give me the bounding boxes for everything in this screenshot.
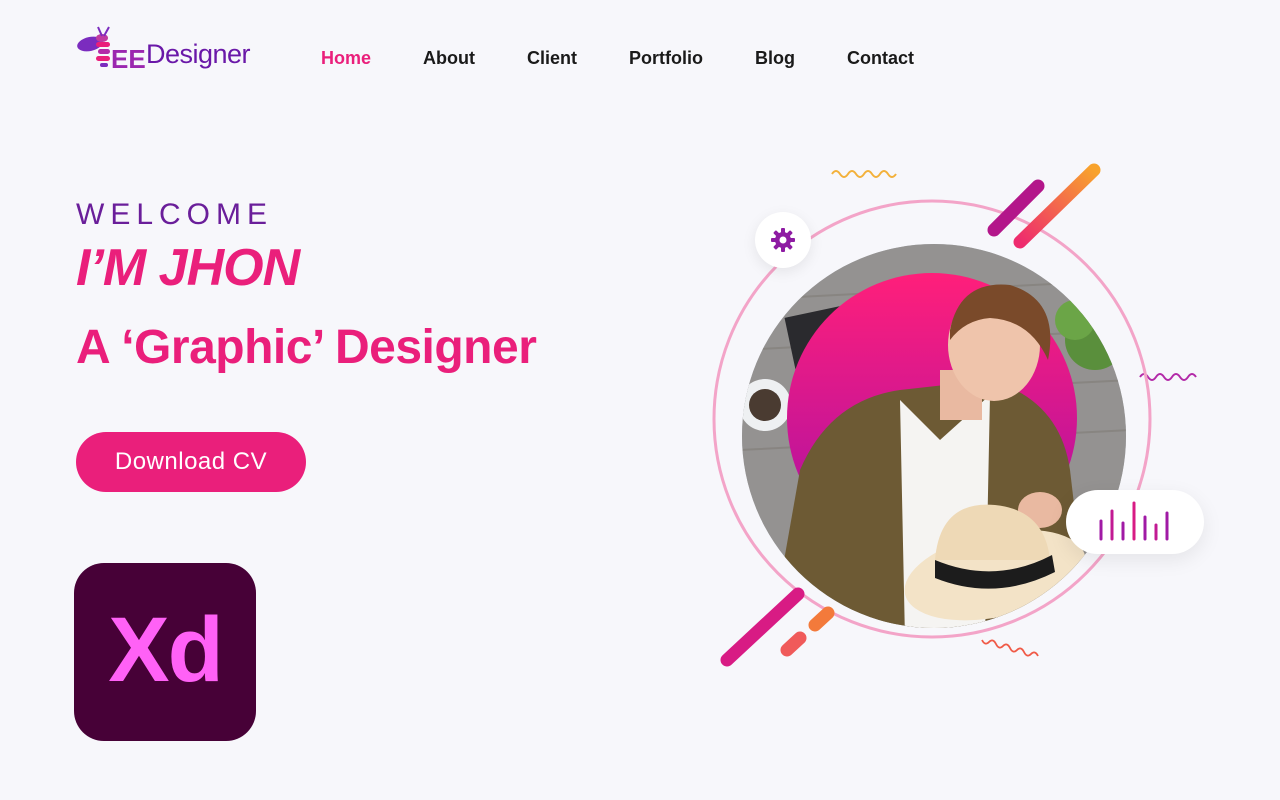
brand-logo[interactable]: EE Designer [76, 24, 266, 74]
nav-item-portfolio[interactable]: Portfolio [629, 48, 703, 69]
gear-icon [771, 228, 795, 252]
profile-photo [742, 244, 1126, 628]
hero-name: I’M JHON [76, 239, 300, 297]
download-cv-button[interactable]: Download CV [76, 432, 306, 492]
settings-bubble[interactable] [755, 212, 811, 268]
slash-bottom-orange [808, 606, 835, 632]
welcome-heading: WELCOME [76, 198, 274, 231]
nav-item-about[interactable]: About [423, 48, 475, 69]
nav-item-client[interactable]: Client [527, 48, 577, 69]
brand-name: Designer [146, 39, 251, 69]
sound-bars-icon [1099, 501, 1169, 541]
nav-item-contact[interactable]: Contact [847, 48, 914, 69]
adobe-xd-badge: Xd [74, 563, 256, 741]
nav-item-home[interactable]: Home [321, 48, 371, 69]
audio-bubble[interactable] [1066, 490, 1204, 554]
xd-badge-label: Xd [108, 598, 224, 701]
squiggle-right [1139, 373, 1197, 381]
bee-logo-icon: EE [77, 26, 146, 74]
slash-bottom-coral [780, 631, 807, 657]
squiggle-top [831, 170, 897, 178]
nav-item-blog[interactable]: Blog [755, 48, 795, 69]
slash-orange [1013, 163, 1101, 249]
main-nav: Home About Client Portfolio Blog Contact [321, 48, 966, 69]
hero-role: A ‘Graphic’ Designer [76, 321, 537, 374]
svg-text:EE: EE [111, 44, 146, 74]
squiggle-bottom [981, 639, 1039, 657]
